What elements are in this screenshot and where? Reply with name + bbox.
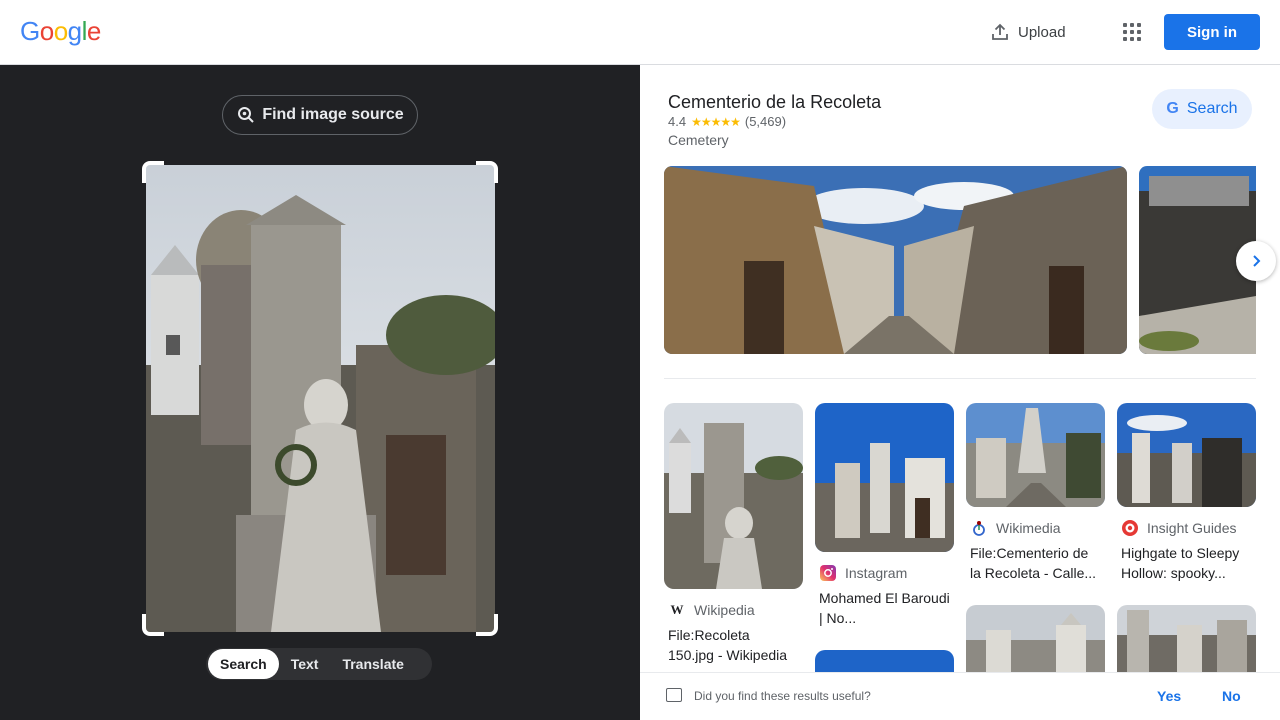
upload-button[interactable]: Upload [990,18,1066,46]
google-g-icon: G [1166,100,1179,117]
crop-handle-top-left[interactable] [142,161,164,183]
result-title[interactable]: Highgate to Sleepy Hollow: spooky... [1117,543,1256,583]
query-image[interactable] [146,165,495,632]
result-thumbnail[interactable] [815,403,954,552]
result-title[interactable]: File:Recoleta 150.jpg - Wikipedia [664,625,803,665]
result-source-name: Insight Guides [1147,520,1237,536]
result-source: Insight Guides [1117,519,1256,537]
feedback-bar: Did you find these results useful? Yes N… [640,672,1280,720]
lens-image-panel: Find image source Search Text Translate [0,65,640,720]
mode-translate-tab[interactable]: Translate [330,649,415,679]
star-rating-icon: ★★★★★ [691,114,741,129]
result-source-name: Instagram [845,565,908,581]
crop-handle-bottom-left[interactable] [142,614,164,636]
lens-mode-switcher: Search Text Translate [206,648,432,680]
google-search-button[interactable]: G Search [1152,89,1252,129]
upload-icon [992,23,1008,40]
results-panel: Cementerio de la Recoleta 4.4 ★★★★★ (5,4… [640,65,1280,720]
logo-letter: e [86,16,101,46]
feedback-no-button[interactable]: No [1222,688,1241,704]
result-title[interactable]: Mohamed El Baroudi | No... [815,588,954,628]
result-card[interactable]: W Wikipedia File:Recoleta 150.jpg - Wiki… [664,403,803,665]
instagram-icon [819,564,837,582]
result-thumbnail[interactable] [664,403,803,589]
logo-letter: o [53,16,68,46]
insight-guides-icon [1121,519,1139,537]
logo-letter: g [67,16,82,46]
upload-label: Upload [1018,23,1066,41]
mode-text-tab[interactable]: Text [279,649,331,679]
lens-search-icon [238,107,255,123]
result-source: Instagram [815,564,954,582]
entity-image-1[interactable] [664,166,1127,354]
result-card[interactable]: Instagram Mohamed El Baroudi | No... [815,403,954,628]
result-source: W Wikipedia [664,601,803,619]
section-divider [664,378,1256,379]
entity-title[interactable]: Cementerio de la Recoleta [668,92,881,113]
wikimedia-icon [970,519,988,537]
top-header: Google Upload Sign in [0,0,1280,65]
wikipedia-icon: W [670,602,684,617]
result-title[interactable]: File:Cementerio de la Recoleta - Calle..… [966,543,1105,583]
find-image-source-button[interactable]: Find image source [222,95,418,135]
entity-type: Cemetery [668,132,729,148]
rating-value: 4.4 [668,114,687,129]
apps-grid-icon[interactable] [1118,18,1146,46]
result-card[interactable]: Wikimedia File:Cementerio de la Recoleta… [966,403,1105,583]
feedback-yes-button[interactable]: Yes [1157,688,1181,704]
result-card[interactable]: Insight Guides Highgate to Sleepy Hollow… [1117,403,1256,583]
logo-letter: G [20,16,40,46]
result-source-name: Wikimedia [996,520,1061,536]
feedback-icon [666,688,682,702]
google-logo[interactable]: Google [20,16,101,47]
result-thumbnail[interactable] [966,403,1105,507]
logo-letter: o [39,16,54,46]
entity-rating: 4.4 ★★★★★ (5,469) [668,114,786,129]
crop-handle-bottom-right[interactable] [476,614,498,636]
mode-search-tab[interactable]: Search [208,649,279,679]
google-search-label: Search [1186,100,1238,117]
feedback-question: Did you find these results useful? [694,689,871,703]
result-source-name: Wikipedia [694,602,755,618]
sign-in-button[interactable]: Sign in [1164,14,1260,50]
review-count: (5,469) [744,114,787,129]
chevron-right-icon[interactable] [1236,241,1276,281]
result-source: Wikimedia [966,519,1105,537]
find-image-source-label: Find image source [262,106,404,123]
crop-handle-top-right[interactable] [476,161,498,183]
result-thumbnail[interactable] [1117,403,1256,507]
